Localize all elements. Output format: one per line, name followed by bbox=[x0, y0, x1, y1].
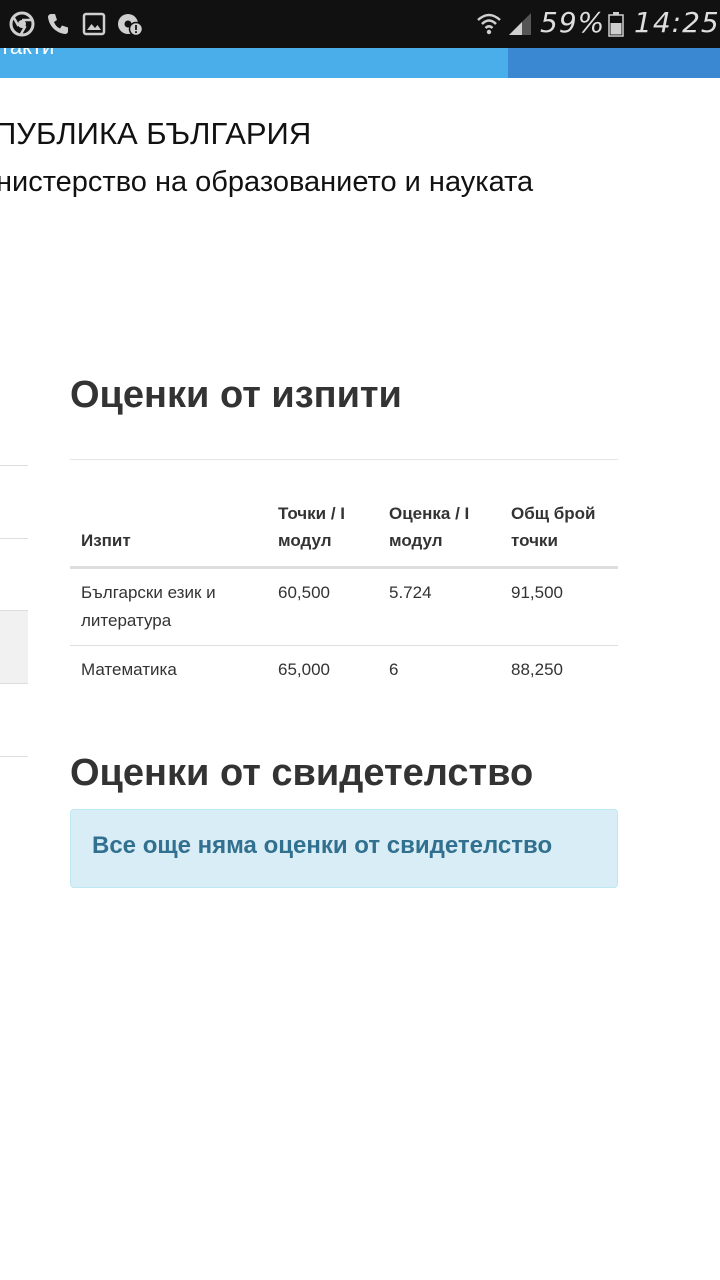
cell-exam: Математика bbox=[81, 660, 177, 679]
cell-grade: 6 bbox=[389, 660, 399, 679]
nav-link-contacts[interactable]: такти bbox=[0, 48, 54, 60]
exam-grades-title: Оценки от изпити bbox=[70, 374, 402, 416]
sidebar-divider bbox=[0, 683, 28, 684]
column-header-total: Общ брой точки bbox=[500, 490, 618, 569]
cell-grade: 5.724 bbox=[378, 567, 500, 646]
signal-icon bbox=[506, 10, 534, 38]
battery-icon bbox=[606, 10, 626, 38]
cell-total: 91,500 bbox=[500, 567, 618, 646]
header-country: ПУБЛИКА БЪЛГАРИЯ bbox=[0, 116, 312, 151]
chrome-icon bbox=[8, 10, 36, 38]
info-alert: Все още няма оценки от свидетелство bbox=[70, 809, 618, 888]
phone-icon bbox=[44, 10, 72, 38]
chrome-alert-icon bbox=[116, 10, 144, 38]
alert-message: Все още няма оценки от свидетелство bbox=[92, 832, 553, 859]
clock: 14:25 bbox=[634, 6, 720, 39]
cell-exam: Български език и литература bbox=[70, 567, 267, 646]
nav-bar: такти bbox=[0, 48, 720, 78]
exam-grades-table: Изпит Точки / I модул Оценка / I модул О… bbox=[70, 490, 618, 694]
header-ministry: нистерство на образованието и науката bbox=[0, 166, 534, 198]
wifi-icon bbox=[474, 10, 504, 38]
table-row: Български език и литература 60,500 5.724… bbox=[70, 567, 618, 646]
sidebar-item-active[interactable] bbox=[0, 611, 28, 683]
sidebar-divider bbox=[0, 756, 28, 757]
sidebar-divider bbox=[0, 465, 28, 466]
cell-points: 60,500 bbox=[267, 567, 378, 646]
table-header-row: Изпит Точки / I модул Оценка / I модул О… bbox=[70, 490, 618, 569]
status-bar: 59% 14:25 bbox=[0, 0, 720, 48]
column-header-points: Точки / I модул bbox=[267, 490, 378, 569]
column-header-exam: Изпит bbox=[70, 490, 267, 569]
table-row: Математика 65,000 6 88,250 bbox=[70, 646, 618, 695]
cell-total: 88,250 bbox=[511, 660, 563, 679]
column-header-grade: Оценка / I модул bbox=[378, 490, 500, 569]
battery-percent: 59% bbox=[540, 6, 606, 39]
cell-points: 65,000 bbox=[278, 660, 330, 679]
nav-bar-right-segment[interactable] bbox=[508, 48, 720, 78]
sidebar-divider bbox=[0, 538, 28, 539]
image-icon bbox=[80, 10, 108, 38]
certificate-grades-title: Оценки от свидетелство bbox=[70, 752, 534, 794]
section-divider bbox=[70, 459, 618, 460]
